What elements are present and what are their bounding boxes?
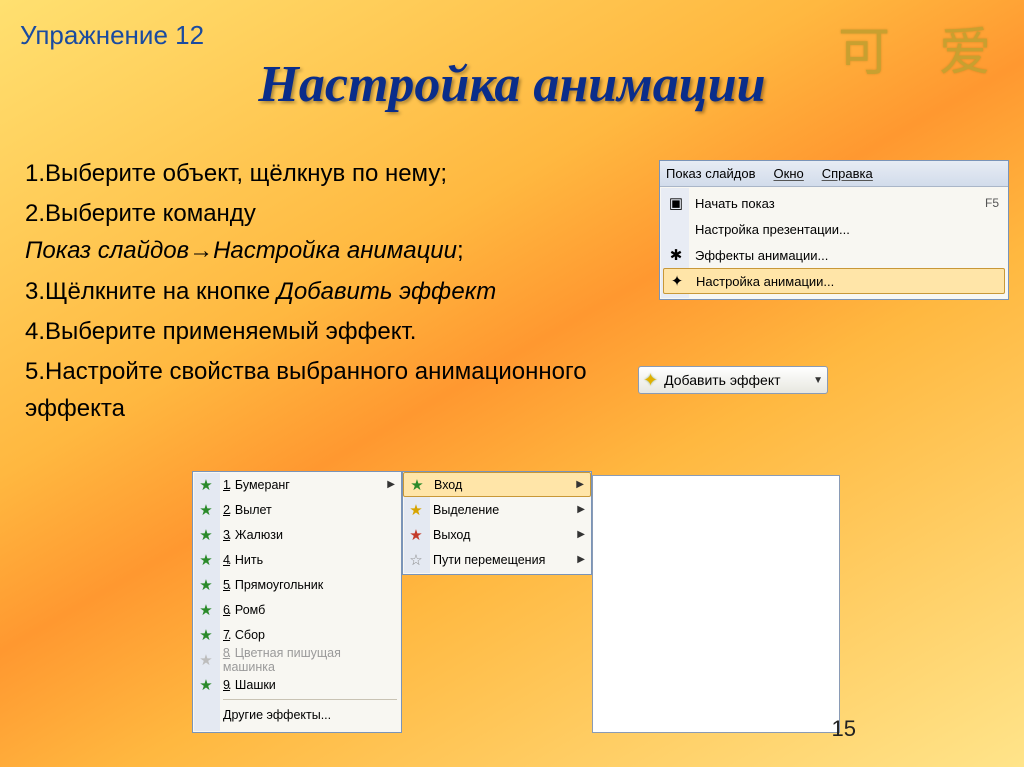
menu-item-start-show[interactable]: ▣ Начать показ F5: [663, 190, 1005, 216]
blank-submenu-panel: [592, 475, 840, 733]
step-2-command: Показ слайдов→Настройка анимации: [25, 237, 457, 264]
chevron-right-icon: ▶: [577, 529, 585, 540]
effect-num: 9: [223, 678, 230, 692]
category-label: Выход: [433, 528, 470, 542]
step-1: 1.Выберите объект, щёлкнув по нему;: [25, 155, 640, 192]
step-3-button-name: Добавить эффект: [277, 278, 496, 305]
star-icon: ✦: [643, 370, 658, 391]
star-icon: ★: [197, 551, 215, 569]
star-icon: ★: [197, 626, 215, 644]
instructions-list: 1.Выберите объект, щёлкнув по нему; 2.Вы…: [25, 155, 640, 430]
effect-category-menu: ★ Вход ▶ ★ Выделение ▶ ★ Выход ▶ ☆ Пути …: [402, 471, 592, 575]
step-2-tail: ;: [457, 237, 464, 264]
effect-item-1[interactable]: ★ 1. Бумеранг ▶: [193, 472, 401, 497]
menu-item-shortcut: F5: [985, 196, 999, 210]
effect-name: Ромб: [235, 603, 265, 617]
menu-item-label: Настройка презентации...: [695, 222, 999, 237]
animation-star-icon: ✦: [666, 270, 688, 292]
menu-help[interactable]: Справка: [822, 166, 873, 181]
chevron-right-icon: ▶: [576, 479, 584, 490]
effect-name: Нить: [235, 553, 263, 567]
star-icon: ★: [197, 676, 215, 694]
slideshow-dropdown: ▣ Начать показ F5 Настройка презентации.…: [660, 187, 1008, 297]
effect-item-2[interactable]: ★ 2. Вылет: [193, 497, 401, 522]
star-icon: ★: [408, 476, 426, 494]
star-icon: ★: [197, 476, 215, 494]
sparkle-icon: ✱: [665, 244, 687, 266]
effect-name: Сбор: [235, 628, 265, 642]
star-icon: ★: [197, 651, 215, 669]
effect-item-5[interactable]: ★ 5. Прямоугольник: [193, 572, 401, 597]
slide-title: Настройка анимации: [0, 55, 1024, 114]
effect-name: Шашки: [235, 678, 276, 692]
step-2-prefix: 2.Выберите команду: [25, 200, 256, 227]
blank-icon: [665, 218, 687, 240]
effect-num: 5: [223, 578, 230, 592]
effect-num: 6: [223, 603, 230, 617]
effect-name: Жалюзи: [235, 528, 283, 542]
menu-slideshow[interactable]: Показ слайдов: [666, 166, 756, 181]
category-exit[interactable]: ★ Выход ▶: [403, 522, 591, 547]
effects-list-menu: ★ 1. Бумеранг ▶ ★ 2. Вылет ★ 3. Жалюзи ★…: [192, 471, 402, 733]
effect-num: 4: [223, 553, 230, 567]
page-number: 15: [832, 716, 856, 742]
star-icon: ★: [197, 501, 215, 519]
separator: [223, 699, 397, 700]
effect-num: 7: [223, 628, 230, 642]
effect-name: Вылет: [235, 503, 272, 517]
other-effects-label: Другие эффекты...: [223, 708, 331, 722]
category-emphasis[interactable]: ★ Выделение ▶: [403, 497, 591, 522]
menu-item-label: Настройка анимации...: [696, 274, 998, 289]
menu-item-custom-animation[interactable]: ✦ Настройка анимации...: [663, 268, 1005, 294]
step-4: 4.Выберите применяемый эффект.: [25, 313, 640, 350]
category-motion-paths[interactable]: ☆ Пути перемещения ▶: [403, 547, 591, 572]
star-icon: ★: [407, 501, 425, 519]
menu-item-setup-show[interactable]: Настройка презентации...: [663, 216, 1005, 242]
add-effect-label: Добавить эффект: [664, 372, 780, 388]
exercise-label: Упражнение 12: [20, 20, 204, 51]
effect-item-8-disabled: ★ 8. Цветная пишущая машинка: [193, 647, 401, 672]
menu-item-label: Эффекты анимации...: [695, 248, 999, 263]
chevron-right-icon: ▶: [577, 554, 585, 565]
effect-item-4[interactable]: ★ 4. Нить: [193, 547, 401, 572]
projector-icon: ▣: [665, 192, 687, 214]
effect-item-9[interactable]: ★ 9. Шашки: [193, 672, 401, 697]
star-icon: ★: [407, 526, 425, 544]
dropdown-arrow-icon: ▼: [813, 375, 823, 386]
effect-num: 3: [223, 528, 230, 542]
effect-item-7[interactable]: ★ 7. Сбор: [193, 622, 401, 647]
slideshow-menu-panel: Показ слайдов Окно Справка ▣ Начать пока…: [659, 160, 1009, 300]
step-3: 3.Щёлкните на кнопке Добавить эффект: [25, 273, 640, 310]
effect-num: 2: [223, 503, 230, 517]
step-2: 2.Выберите команду Показ слайдов→Настрой…: [25, 195, 640, 269]
category-label: Пути перемещения: [433, 553, 545, 567]
effect-item-other[interactable]: ★ Другие эффекты...: [193, 702, 401, 727]
star-icon: ☆: [407, 551, 425, 569]
category-entrance[interactable]: ★ Вход ▶: [403, 472, 591, 497]
menu-window[interactable]: Окно: [774, 166, 804, 181]
add-effect-button[interactable]: ✦ Добавить эффект ▼: [638, 366, 828, 394]
chevron-right-icon: ▶: [387, 479, 395, 490]
menu-bar: Показ слайдов Окно Справка: [660, 161, 1008, 187]
star-icon: ★: [197, 576, 215, 594]
step-3-prefix: 3.Щёлкните на кнопке: [25, 278, 277, 305]
star-icon: ★: [197, 601, 215, 619]
effect-name: Прямоугольник: [235, 578, 323, 592]
star-icon: ★: [197, 526, 215, 544]
chevron-right-icon: ▶: [577, 504, 585, 515]
effect-item-3[interactable]: ★ 3. Жалюзи: [193, 522, 401, 547]
step-5: 5.Настройте свойства выбранного анимацио…: [25, 353, 640, 427]
category-label: Выделение: [433, 503, 499, 517]
effect-num: 8: [223, 646, 230, 660]
effect-name: Бумеранг: [235, 478, 290, 492]
effect-item-6[interactable]: ★ 6. Ромб: [193, 597, 401, 622]
effect-name: Цветная пишущая машинка: [223, 646, 341, 674]
effect-num: 1: [223, 478, 230, 492]
category-label: Вход: [434, 478, 462, 492]
menu-item-label: Начать показ: [695, 196, 977, 211]
menu-item-animation-schemes[interactable]: ✱ Эффекты анимации...: [663, 242, 1005, 268]
